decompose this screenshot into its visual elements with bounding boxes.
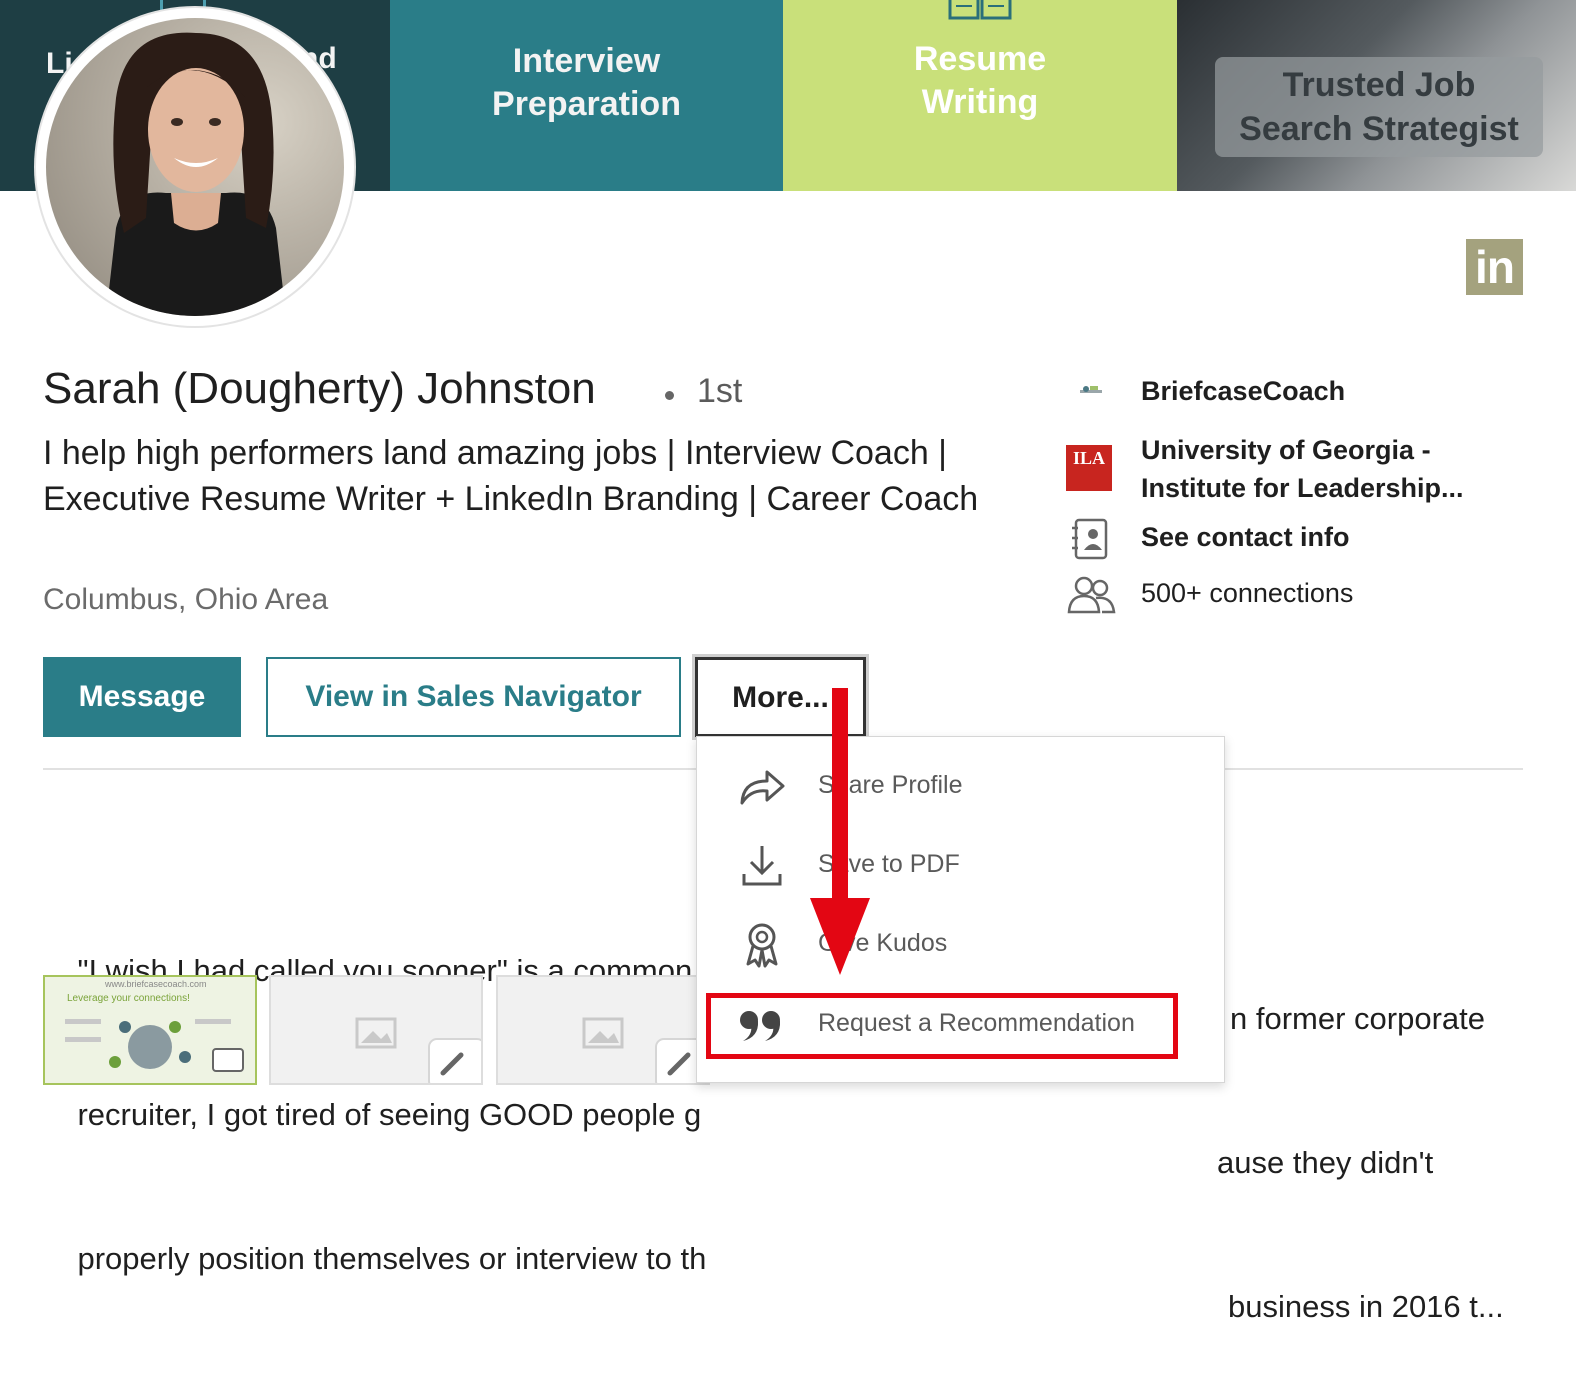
menu-item-label: Save to PDF (818, 850, 960, 878)
summary-text: business in 2016 t... (1228, 1289, 1504, 1324)
summary-text: ause they didn't (1217, 1145, 1434, 1180)
book-icon (948, 0, 1012, 20)
avatar (46, 18, 344, 316)
share-icon (740, 770, 785, 805)
menu-item-save-to-pdf[interactable]: Save to PDF (697, 824, 1224, 904)
more-actions-button[interactable]: More... (695, 657, 866, 737)
banner-panel-title: Interview Preparation (492, 42, 681, 123)
mind-map-image (65, 1019, 244, 1072)
connection-degree: 1st (697, 372, 743, 410)
kudos-ribbon-icon (746, 923, 778, 968)
banner-label-box: Trusted Job Search Strategist (1215, 57, 1543, 157)
people-icon (1066, 574, 1118, 626)
banner-panel-title: Trusted Job Search Strategist (1239, 66, 1519, 148)
connections-count: 500+ connections (1141, 578, 1354, 608)
download-icon (742, 846, 782, 886)
company-logo-icon (1066, 372, 1118, 424)
education-school[interactable]: ILA University of Georgia - Institute fo… (1066, 431, 1501, 507)
current-company[interactable]: BriefcaseCoach (1066, 372, 1345, 424)
banner-panel-interview: Interview Preparation (390, 0, 783, 191)
school-logo-icon: ILA (1066, 431, 1118, 491)
summary-text: recruiter, I got tired of seeing GOOD pe… (77, 1097, 702, 1132)
profile-headline: I help high performers land amazing jobs… (43, 434, 979, 518)
school-name: University of Georgia - Institute for Le… (1141, 435, 1464, 503)
menu-item-give-kudos[interactable]: Give Kudos (697, 903, 1224, 983)
profile-location: Columbus, Ohio Area (43, 583, 329, 616)
view-in-sales-navigator-button[interactable]: View in Sales Navigator (266, 657, 681, 737)
separator-dot (665, 391, 674, 400)
summary-text: n former corporate (1230, 1001, 1485, 1036)
summary-text: properly position themselves or intervie… (77, 1241, 707, 1276)
connections-link[interactable]: 500+ connections (1066, 574, 1353, 626)
menu-item-label: Share Profile (818, 771, 963, 799)
contact-info-label: See contact info (1141, 522, 1350, 552)
banner-panel-strategist: Trusted Job Search Strategist (1177, 0, 1576, 191)
person-portrait-icon (106, 32, 286, 316)
media-thumbnail[interactable]: www.briefcasecoach.com Leverage your con… (43, 975, 257, 1085)
image-placeholder-icon (582, 1017, 708, 1083)
media-thumbnail[interactable] (496, 975, 710, 1085)
menu-item-label: Give Kudos (818, 929, 948, 957)
contact-info-link[interactable]: See contact info (1066, 518, 1350, 570)
school-logo-text: ILA (1072, 448, 1105, 468)
profile-photo[interactable] (36, 8, 354, 326)
linkedin-logo-icon[interactable]: in (1466, 239, 1523, 295)
media-thumbnail[interactable] (269, 975, 483, 1085)
menu-item-share-profile[interactable]: Share Profile (697, 745, 1224, 825)
profile-name: Sarah (Dougherty) Johnston (43, 364, 596, 413)
company-name: BriefcaseCoach (1141, 376, 1346, 406)
image-placeholder-icon (355, 1017, 481, 1083)
message-button[interactable]: Message (43, 657, 241, 737)
banner-panel-resume: Resume Writing (783, 0, 1177, 191)
banner-panel-title: Resume Writing (913, 40, 1047, 121)
contact-card-icon (1066, 518, 1118, 570)
annotation-highlight-box (706, 993, 1178, 1059)
